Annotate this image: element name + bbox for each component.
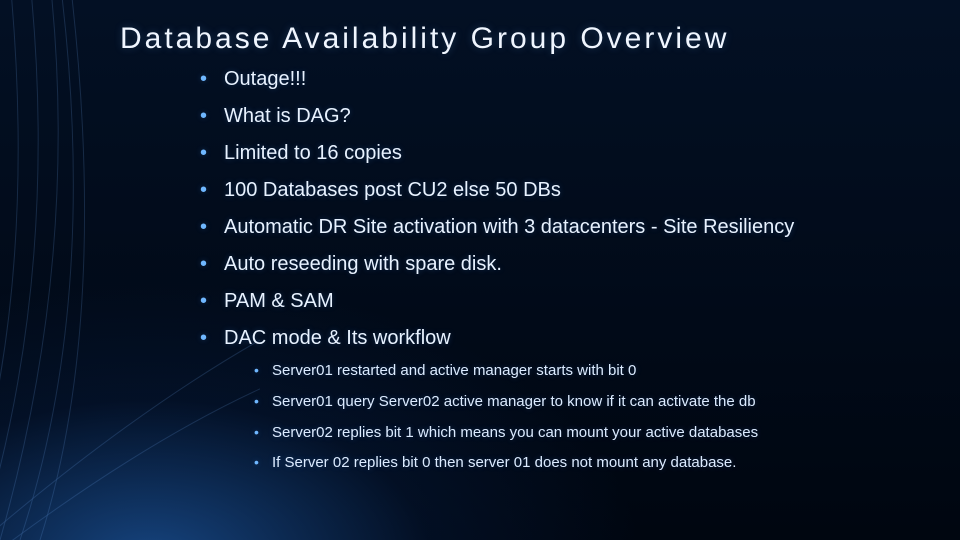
bullet-item: DAC mode & Its workflow Server01 restart… (200, 327, 900, 473)
sub-bullet-text: If Server 02 replies bit 0 then server 0… (272, 454, 736, 471)
slide: Database Availability Group Overview Out… (0, 0, 960, 540)
bullet-item: Automatic DR Site activation with 3 data… (200, 216, 900, 239)
bullet-text: PAM & SAM (224, 290, 334, 312)
bullet-text: 100 Databases post CU2 else 50 DBs (224, 179, 561, 201)
bullet-item: What is DAG? (200, 105, 900, 128)
sub-bullet-text: Server01 restarted and active manager st… (272, 362, 636, 379)
bullet-item: PAM & SAM (200, 290, 900, 313)
sub-bullet-text: Server01 query Server02 active manager t… (272, 393, 756, 410)
sub-bullet-item: Server02 replies bit 1 which means you c… (254, 424, 900, 443)
bullet-text: Auto reseeding with spare disk. (224, 253, 502, 275)
bullet-text: Automatic DR Site activation with 3 data… (224, 216, 794, 238)
sub-bullet-item: Server01 restarted and active manager st… (254, 362, 900, 381)
bullet-text: What is DAG? (224, 105, 351, 127)
bullet-item: Auto reseeding with spare disk. (200, 253, 900, 276)
bullet-text: DAC mode & Its workflow (224, 327, 451, 349)
bullet-item: 100 Databases post CU2 else 50 DBs (200, 179, 900, 202)
sub-bullet-item: Server01 query Server02 active manager t… (254, 393, 900, 412)
bullet-text: Limited to 16 copies (224, 142, 402, 164)
sub-bullet-list: Server01 restarted and active manager st… (254, 362, 900, 473)
sub-bullet-text: Server02 replies bit 1 which means you c… (272, 424, 758, 441)
bullet-list: Outage!!! What is DAG? Limited to 16 cop… (200, 68, 900, 487)
sub-bullet-item: If Server 02 replies bit 0 then server 0… (254, 454, 900, 473)
bullet-item: Outage!!! (200, 68, 900, 91)
bullet-text: Outage!!! (224, 68, 306, 90)
bullet-item: Limited to 16 copies (200, 142, 900, 165)
slide-title: Database Availability Group Overview (120, 22, 729, 56)
